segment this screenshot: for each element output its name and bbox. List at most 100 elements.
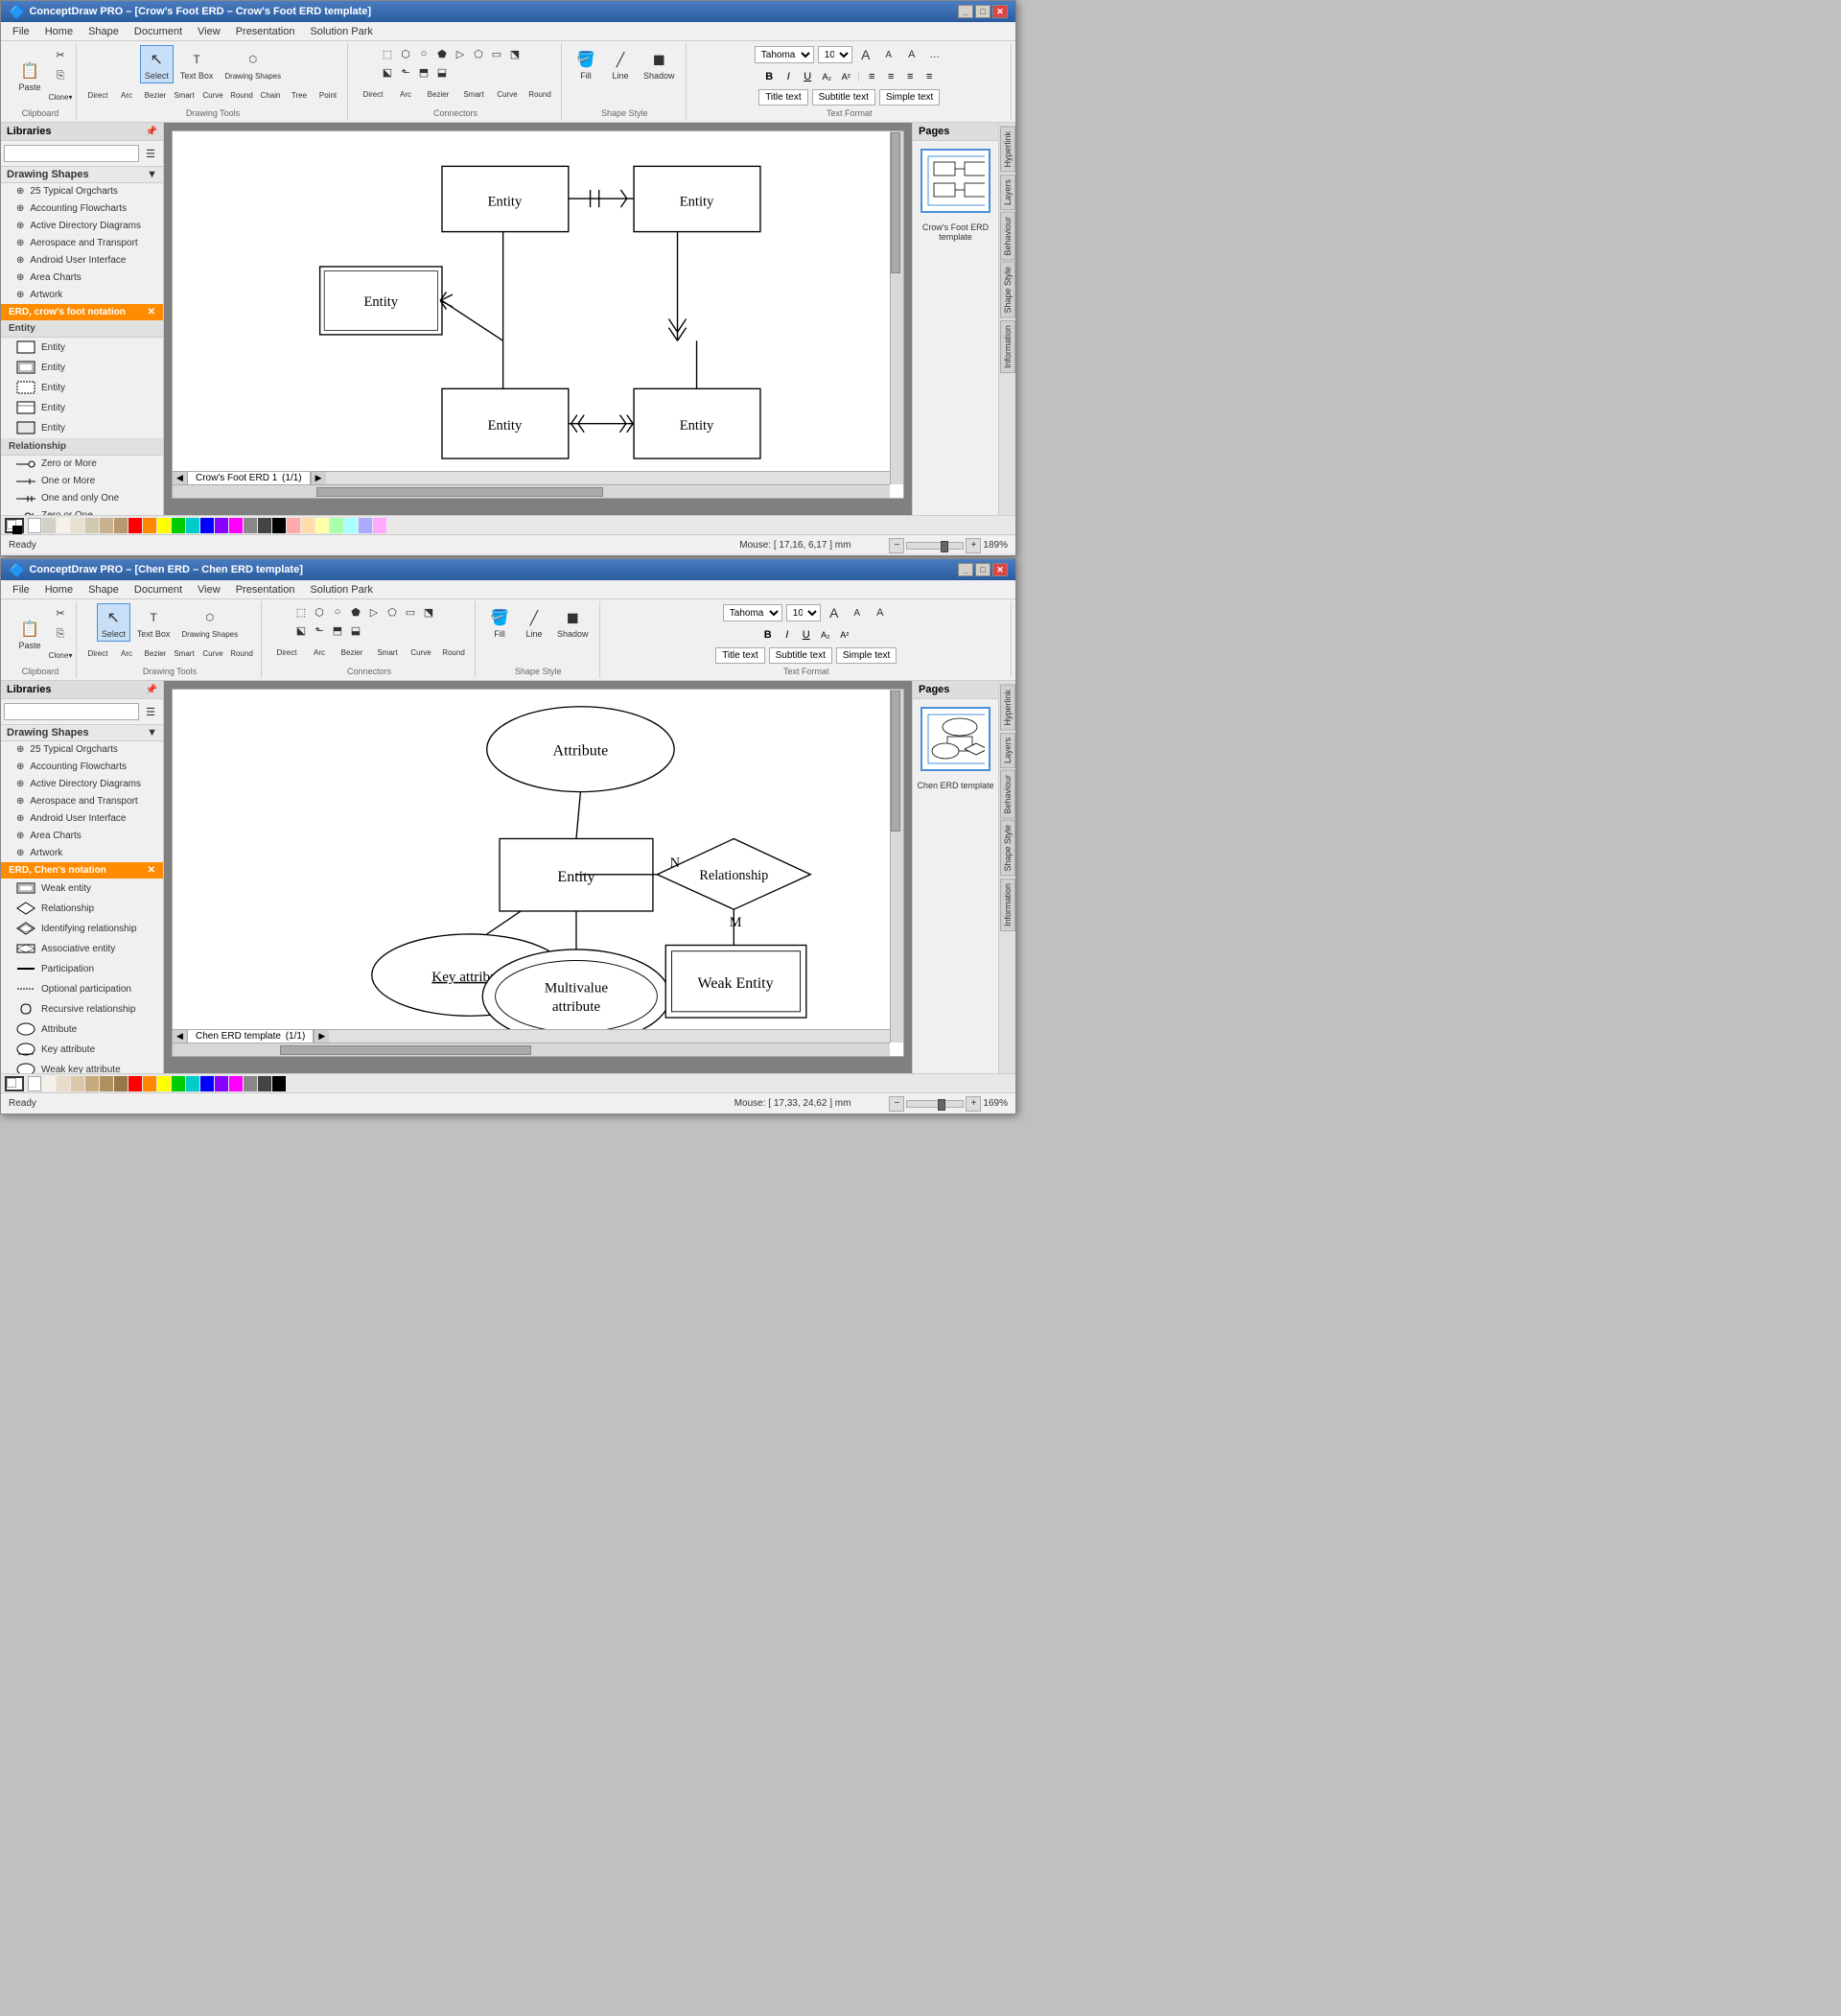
current-library-2[interactable]: ERD, Chen's notation ✕ bbox=[1, 862, 163, 879]
conn-s-11[interactable]: ⬒ bbox=[329, 621, 346, 639]
simple-text-btn-1[interactable]: Simple text bbox=[879, 89, 940, 105]
tab-chen-1[interactable]: Chen ERD template (1/1) bbox=[188, 1030, 314, 1043]
smart-btn-2[interactable]: Smart bbox=[171, 645, 198, 661]
page-thumb-1[interactable] bbox=[920, 149, 990, 213]
current-library-1[interactable]: ERD, crow's foot notation ✕ bbox=[1, 304, 163, 320]
swatch-4[interactable] bbox=[71, 518, 84, 533]
rel-one-more-1[interactable]: One or More bbox=[1, 473, 163, 490]
conn-shape-11[interactable]: ⬒ bbox=[415, 63, 432, 81]
arc-btn-2[interactable]: Arc bbox=[113, 645, 140, 661]
textbox-btn-1[interactable]: T Text Box bbox=[175, 45, 219, 83]
p2-cyan[interactable] bbox=[186, 1076, 199, 1091]
canvas-container-2[interactable]: Attribute Entity Key attribute Relations… bbox=[172, 689, 904, 1057]
menu-presentation-2[interactable]: Presentation bbox=[228, 582, 303, 598]
fill-btn-2[interactable]: 🪣 Fill bbox=[483, 603, 516, 642]
c-curve-2[interactable]: Curve bbox=[406, 643, 436, 662]
swatch-dark[interactable] bbox=[258, 518, 271, 533]
zoom-in-2[interactable]: + bbox=[966, 1096, 981, 1112]
p2-orange[interactable] bbox=[143, 1076, 156, 1091]
tab-nav-right-2[interactable]: ▶ bbox=[314, 1030, 329, 1043]
swatch-cyan[interactable] bbox=[186, 518, 199, 533]
p2-s7[interactable] bbox=[114, 1076, 128, 1091]
swatch-3[interactable] bbox=[57, 518, 70, 533]
align-justify-1[interactable]: ≡ bbox=[920, 68, 938, 85]
menu-view-2[interactable]: View bbox=[190, 582, 228, 598]
title-text-btn-1[interactable]: Title text bbox=[758, 89, 807, 105]
conn-direct[interactable]: Direct bbox=[356, 84, 390, 104]
scrollbar-h-2[interactable] bbox=[173, 1043, 890, 1056]
right-tab-layers-2[interactable]: Layers bbox=[1000, 733, 1015, 768]
subscript-btn-1[interactable]: A₂ bbox=[818, 68, 835, 85]
lib2-artwork[interactable]: ⊕ Artwork bbox=[1, 845, 163, 862]
current-colors-1[interactable] bbox=[5, 518, 24, 533]
tab-crowsfoot-1[interactable]: Crow's Foot ERD 1 (1/1) bbox=[188, 472, 311, 484]
swatch-lt-blue[interactable] bbox=[359, 518, 372, 533]
scroll-thumb-v-1[interactable] bbox=[891, 132, 900, 273]
align-center-1[interactable]: ≡ bbox=[882, 68, 899, 85]
arc-btn-1[interactable]: Arc bbox=[113, 87, 140, 103]
menu-home-1[interactable]: Home bbox=[37, 24, 81, 39]
conn-shape-7[interactable]: ▭ bbox=[488, 45, 505, 62]
p2-blue[interactable] bbox=[200, 1076, 214, 1091]
conn-round[interactable]: Round bbox=[524, 84, 555, 104]
round-btn-1[interactable]: Round bbox=[228, 87, 255, 103]
zoom-slider-1[interactable] bbox=[906, 542, 964, 550]
cut-btn-1[interactable]: ✂ bbox=[51, 45, 70, 64]
lib2-active-dir[interactable]: ⊕ Active Directory Diagrams bbox=[1, 776, 163, 793]
conn-shape-2[interactable]: ⬡ bbox=[397, 45, 414, 62]
entity-item-1-4[interactable]: Entity bbox=[1, 398, 163, 418]
direct-btn-1[interactable]: Direct bbox=[84, 87, 111, 103]
subtitle-text-btn-2[interactable]: Subtitle text bbox=[769, 647, 832, 664]
line-btn-1[interactable]: ╱ Line bbox=[604, 45, 637, 83]
lib2-android[interactable]: ⊕ Android User Interface bbox=[1, 810, 163, 828]
conn-s-6[interactable]: ⬠ bbox=[384, 603, 401, 621]
lib2-aerospace[interactable]: ⊕ Aerospace and Transport bbox=[1, 793, 163, 810]
swatch-7[interactable] bbox=[114, 518, 128, 533]
swatch-green[interactable] bbox=[172, 518, 185, 533]
conn-s-8[interactable]: ⬔ bbox=[420, 603, 437, 621]
zoom-slider-2[interactable] bbox=[906, 1100, 964, 1108]
right-tab-layers-1[interactable]: Layers bbox=[1000, 175, 1015, 210]
tab-nav-left-2[interactable]: ◀ bbox=[173, 1030, 188, 1043]
chen-assoc-entity[interactable]: Associative entity bbox=[1, 939, 163, 959]
scroll-thumb-h-1[interactable] bbox=[316, 487, 603, 497]
p2-red[interactable] bbox=[128, 1076, 142, 1091]
font-grow-btn-1[interactable]: A bbox=[856, 45, 875, 64]
swatch-lt-orange[interactable] bbox=[301, 518, 315, 533]
font-a-small-2[interactable]: A bbox=[848, 603, 867, 622]
p2-s4[interactable] bbox=[71, 1076, 84, 1091]
shadow-btn-2[interactable]: ◼ Shadow bbox=[552, 603, 594, 642]
close-btn-2[interactable]: ✕ bbox=[992, 563, 1008, 576]
curve-btn-2[interactable]: Curve bbox=[199, 645, 226, 661]
paste-btn-2[interactable]: 📋 Paste bbox=[11, 615, 49, 653]
menu-solution-2[interactable]: Solution Park bbox=[302, 582, 380, 598]
right-tab-info-2[interactable]: Information bbox=[1000, 879, 1015, 931]
menu-shape-1[interactable]: Shape bbox=[81, 24, 127, 39]
point-btn-1[interactable]: Point bbox=[315, 87, 341, 103]
p2-s6[interactable] bbox=[100, 1076, 113, 1091]
right-tab-hyperlink-2[interactable]: Hyperlink bbox=[1000, 685, 1015, 731]
menu-home-2[interactable]: Home bbox=[37, 582, 81, 598]
chen-attribute[interactable]: Attribute bbox=[1, 1020, 163, 1040]
entity-item-1-1[interactable]: Entity bbox=[1, 338, 163, 358]
font-more-btn-1[interactable]: … bbox=[925, 45, 944, 64]
sidebar-search-input-2[interactable] bbox=[4, 703, 139, 720]
conn-shape-3[interactable]: ○ bbox=[415, 45, 432, 62]
lib-flowcharts-1[interactable]: ⊕ Accounting Flowcharts bbox=[1, 200, 163, 218]
line-btn-2[interactable]: ╱ Line bbox=[518, 603, 550, 642]
menu-view-1[interactable]: View bbox=[190, 24, 228, 39]
swatch-5[interactable] bbox=[85, 518, 99, 533]
lib-active-dir-1[interactable]: ⊕ Active Directory Diagrams bbox=[1, 218, 163, 235]
scrollbar-v-2[interactable] bbox=[890, 690, 903, 1043]
tab-nav-left-1[interactable]: ◀ bbox=[173, 472, 188, 485]
chen-opt-participation[interactable]: Optional participation bbox=[1, 979, 163, 999]
bold-btn-1[interactable]: B bbox=[760, 68, 778, 85]
conn-s-4[interactable]: ⬟ bbox=[347, 603, 364, 621]
c-bezier-2[interactable]: Bezier bbox=[335, 643, 369, 662]
sidebar-view-btn-1[interactable]: ☰ bbox=[141, 144, 160, 163]
c-direct-2[interactable]: Direct bbox=[269, 643, 304, 662]
swatch-magenta[interactable] bbox=[229, 518, 243, 533]
zoom-thumb-2[interactable] bbox=[938, 1099, 945, 1111]
lib-android-1[interactable]: ⊕ Android User Interface bbox=[1, 252, 163, 270]
conn-shape-10[interactable]: ⬑ bbox=[397, 63, 414, 81]
